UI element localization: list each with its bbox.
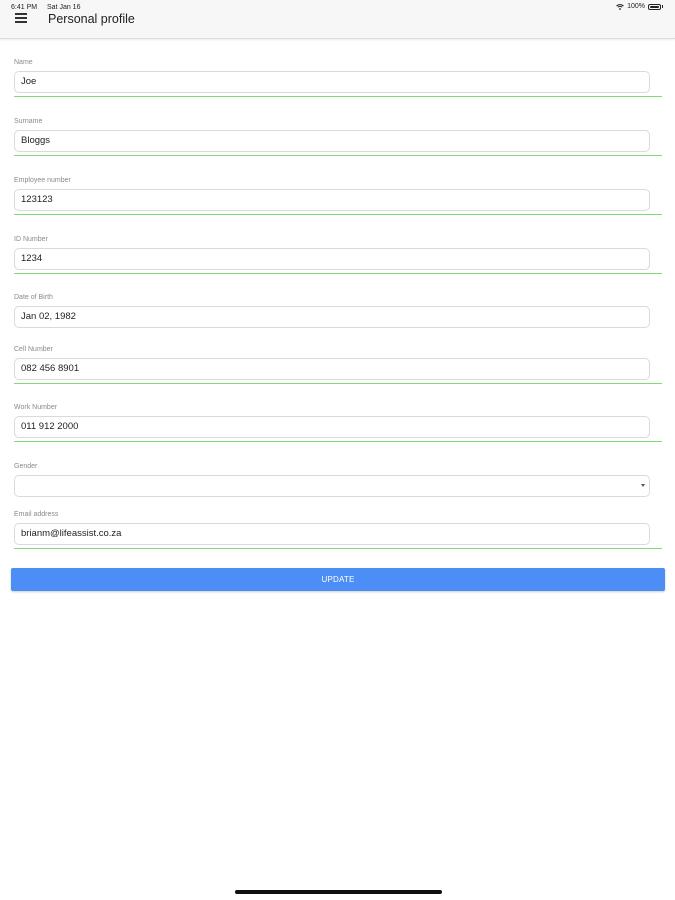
date-of-birth-label: Date of Birth (14, 294, 53, 301)
work-number-input[interactable]: 011 912 2000 (14, 416, 650, 438)
battery-tip (662, 5, 663, 8)
employee-number-valid-underline (14, 214, 662, 215)
cell-number-label: Cell Number (14, 346, 53, 353)
work-number-valid-underline (14, 441, 662, 442)
surname-field-group: Surname Bloggs (14, 118, 665, 156)
name-input[interactable]: Joe (14, 71, 650, 93)
email-valid-underline (14, 548, 662, 549)
name-valid-underline (14, 96, 662, 97)
email-field-group: Email address brianm@lifeassist.co.za (14, 511, 665, 549)
status-right: 100% (616, 3, 663, 10)
id-number-input[interactable]: 1234 (14, 248, 650, 270)
employee-number-input[interactable]: 123123 (14, 189, 650, 211)
id-number-field-group: ID Number 1234 (14, 236, 665, 274)
chevron-down-icon (641, 484, 645, 487)
name-field-group: Name Joe (14, 59, 665, 97)
employee-number-field-group: Employee number 123123 (14, 177, 665, 215)
battery-percent: 100% (627, 3, 645, 10)
work-number-field-group: Work Number 011 912 2000 (14, 404, 665, 442)
name-label: Name (14, 59, 33, 66)
gender-field-group: Gender (14, 463, 665, 497)
cell-number-field-group: Cell Number 082 456 8901 (14, 346, 665, 384)
work-number-label: Work Number (14, 404, 58, 411)
id-number-label: ID Number (14, 236, 48, 243)
email-input[interactable]: brianm@lifeassist.co.za (14, 523, 650, 545)
date-of-birth-field-group: Date of Birth Jan 02, 1982 (14, 294, 665, 328)
gender-select[interactable] (14, 475, 650, 497)
hamburger-menu-icon[interactable] (15, 13, 27, 23)
cell-number-valid-underline (14, 383, 662, 384)
battery-icon (648, 3, 661, 10)
surname-valid-underline (14, 155, 662, 156)
page-title: Personal profile (48, 12, 135, 26)
employee-number-label: Employee number (14, 177, 71, 184)
email-label: Email address (14, 511, 59, 518)
cell-number-input[interactable]: 082 456 8901 (14, 358, 650, 380)
date-of-birth-input[interactable]: Jan 02, 1982 (14, 306, 650, 328)
surname-label: Surname (14, 118, 43, 125)
surname-input[interactable]: Bloggs (14, 130, 650, 152)
app-bar: 6:41 PM Sat Jan 16 100% Personal profile (0, 0, 675, 39)
update-button[interactable]: UPDATE (11, 568, 665, 591)
home-indicator (235, 890, 442, 894)
wifi-icon (616, 3, 624, 10)
id-number-valid-underline (14, 273, 662, 274)
gender-label: Gender (14, 463, 38, 470)
status-time: 6:41 PM (11, 4, 38, 11)
status-date: Sat Jan 16 (47, 4, 81, 11)
